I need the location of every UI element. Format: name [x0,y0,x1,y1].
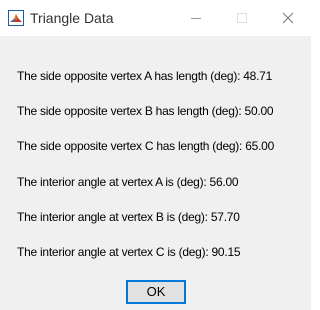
minimize-icon [191,18,201,19]
close-icon [282,12,294,24]
minimize-button[interactable] [173,0,219,36]
side-a-length-text: The side opposite vertex A has length (d… [17,69,273,83]
angle-a-text: The interior angle at vertex A is (deg):… [17,175,239,189]
maximize-icon [237,13,247,23]
maximize-button[interactable] [219,0,265,36]
matlab-icon [8,10,24,26]
side-b-length-text: The side opposite vertex B has length (d… [17,104,274,118]
close-button[interactable] [265,0,311,36]
dialog-content: The side opposite vertex A has length (d… [0,36,311,310]
angle-b-text: The interior angle at vertex B is (deg):… [17,210,240,224]
title-bar[interactable]: Triangle Data [0,0,311,36]
ok-button[interactable]: OK [126,280,186,304]
side-c-length-text: The side opposite vertex C has length (d… [17,139,274,153]
window-title: Triangle Data [30,10,114,26]
triangle-data-dialog: Triangle Data The side opposite vertex A… [0,0,311,310]
angle-c-text: The interior angle at vertex C is (deg):… [17,245,241,259]
